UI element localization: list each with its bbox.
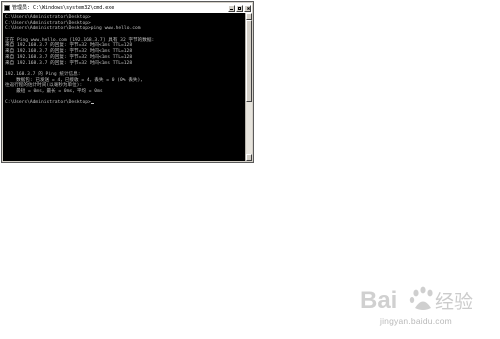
console-prompt-line: C:\Users\Administrator\Desktop> xyxy=(5,100,154,106)
scroll-thumb[interactable] xyxy=(246,20,252,102)
window-controls xyxy=(227,4,251,12)
baidu-jingyan-logo: Bai 经验 xyxy=(360,286,473,314)
screenshot-stage: 管理员: C:\Windows\system32\cmd.exe C:\User… xyxy=(0,0,500,339)
console-output[interactable]: C:\Users\Administrator\Desktop> C:\Users… xyxy=(3,13,246,161)
minimize-button[interactable] xyxy=(228,4,235,12)
console-line: 来自 192.168.3.7 的回复: 字节=32 时间<1ms TTL=128 xyxy=(5,54,133,60)
svg-text:Bai: Bai xyxy=(360,287,397,314)
cmd-window: 管理员: C:\Windows\system32\cmd.exe C:\User… xyxy=(1,1,254,163)
maximize-button[interactable] xyxy=(236,4,243,12)
console-line: 来自 192.168.3.7 的回复: 字节=32 时间<1ms TTL=128 xyxy=(5,60,133,66)
console-lines: C:\Users\Administrator\Desktop> C:\Users… xyxy=(5,15,154,106)
console-line: C:\Users\Administrator\Desktop>ping www.… xyxy=(5,26,141,32)
text-cursor xyxy=(90,102,94,104)
baidu-jingyan-watermark: Bai 经验 jingyan.baidu.com xyxy=(358,282,488,332)
window-title: 管理员: C:\Windows\system32\cmd.exe xyxy=(12,5,115,11)
close-button[interactable] xyxy=(244,4,251,12)
console-prompt: C:\Users\Administrator\Desktop> xyxy=(5,100,91,106)
console-line: 来自 192.168.3.7 的回复: 字节=32 时间<1ms TTL=128 xyxy=(5,49,133,55)
watermark-url: jingyan.baidu.com xyxy=(380,316,452,326)
vertical-scrollbar[interactable] xyxy=(245,13,252,161)
scroll-down-arrow-icon[interactable] xyxy=(246,154,252,161)
cmd-icon xyxy=(4,5,10,11)
scroll-up-arrow-icon[interactable] xyxy=(246,13,252,20)
svg-text:经验: 经验 xyxy=(435,291,473,313)
title-bar[interactable]: 管理员: C:\Windows\system32\cmd.exe xyxy=(3,3,252,13)
